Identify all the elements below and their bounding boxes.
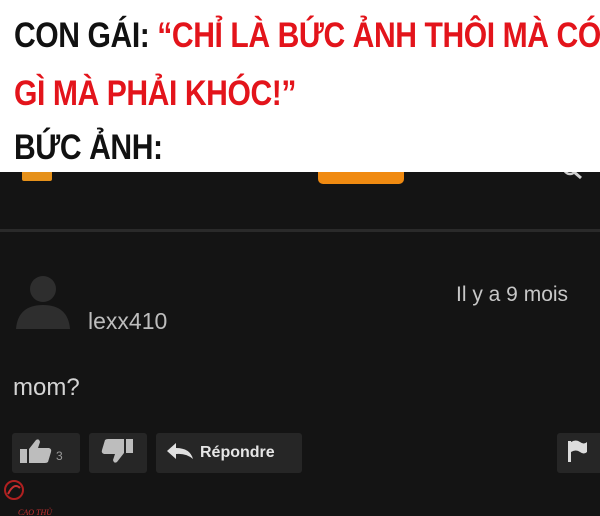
caption-quote-part-1: “CHỈ LÀ BỨC ẢNH THÔI MÀ CÓ xyxy=(157,16,600,55)
watermark-logo-icon xyxy=(2,472,62,512)
avatar-icon[interactable] xyxy=(12,267,74,329)
thumbs-up-icon xyxy=(18,438,52,469)
caption-quote-part-2: GÌ MÀ PHẢI KHÓC!” xyxy=(14,74,296,113)
caption-photo-label: BỨC ẢNH: xyxy=(14,128,163,167)
site-logo-left-part xyxy=(220,172,312,186)
like-count: 3 xyxy=(56,449,63,463)
comment-timestamp: Il y a 9 mois xyxy=(456,283,569,306)
reply-arrow-icon xyxy=(166,441,194,466)
comment-text: mom? xyxy=(13,374,80,401)
dislike-button[interactable] xyxy=(89,433,147,473)
reply-button-label: Répondre xyxy=(200,444,275,461)
search-icon[interactable] xyxy=(563,172,583,180)
menu-icon[interactable] xyxy=(22,172,52,181)
thumbs-down-icon xyxy=(101,438,135,469)
meme-caption: CON GÁI: “CHỈ LÀ BỨC ẢNH THÔI MÀ CÓ GÌ M… xyxy=(0,0,600,172)
comment-username[interactable]: lexx410 xyxy=(88,308,167,335)
comment-screenshot: lexx410 Il y a 9 mois mom? 3 Répondre CA… xyxy=(0,172,600,516)
watermark-text: CAO THỦ xyxy=(18,508,53,516)
reply-button[interactable]: Répondre xyxy=(156,433,302,473)
site-logo-right-part xyxy=(318,172,404,184)
flag-icon xyxy=(566,439,588,468)
caption-speaker-label: CON GÁI: xyxy=(14,16,150,55)
caption-line-1: CON GÁI: “CHỈ LÀ BỨC ẢNH THÔI MÀ CÓ xyxy=(14,16,600,56)
like-button[interactable]: 3 xyxy=(12,433,80,473)
flag-button[interactable] xyxy=(557,433,600,473)
header-divider xyxy=(0,229,600,232)
